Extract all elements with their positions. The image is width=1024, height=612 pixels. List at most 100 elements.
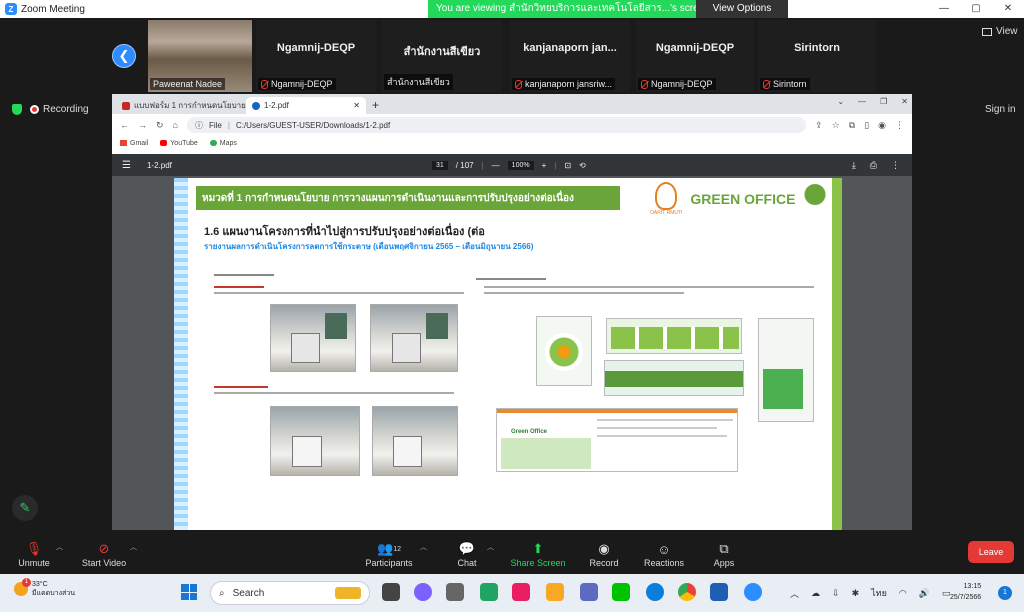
word-icon[interactable] xyxy=(710,583,728,601)
participants-button[interactable]: 👥 12 Participants xyxy=(354,540,424,568)
bluetooth-icon[interactable]: ✱ xyxy=(852,588,860,599)
file-explorer-icon[interactable] xyxy=(546,583,564,601)
zoom-out-button[interactable]: — xyxy=(492,161,500,170)
page-decor-stripe xyxy=(832,178,842,530)
pdf-page: หมวดที่ 1 การกำหนดนโยบาย การวางแผนการดำเ… xyxy=(174,178,842,530)
maximize-button[interactable]: ▢ xyxy=(960,0,992,18)
share-screen-button[interactable]: ⬆ Share Screen xyxy=(506,540,570,568)
back-arrow-icon[interactable]: ← xyxy=(120,120,129,130)
participant-tile[interactable]: Ngamnij-DEQP Ngamnij-DEQP xyxy=(256,20,376,92)
tree-logo-icon xyxy=(803,184,828,214)
bookmark-maps[interactable]: Maps xyxy=(209,140,237,147)
forward-arrow-icon[interactable]: → xyxy=(138,120,147,130)
app-icon[interactable] xyxy=(512,583,530,601)
video-options-caret[interactable]: ︿ xyxy=(130,542,137,552)
home-icon[interactable]: ⌂ xyxy=(173,120,178,130)
language-indicator[interactable]: ไทย xyxy=(871,586,887,600)
start-button[interactable] xyxy=(181,584,197,600)
close-button[interactable]: ✕ xyxy=(992,0,1024,18)
audio-options-caret[interactable]: ︿ xyxy=(56,542,63,552)
menu-dots-icon[interactable]: ⋮ xyxy=(895,120,904,131)
zoom-app-icon[interactable] xyxy=(744,583,762,601)
view-button[interactable]: View xyxy=(982,26,1018,37)
app-icon[interactable] xyxy=(480,583,498,601)
download-icon[interactable]: ⤓ xyxy=(852,160,856,171)
share-banner: You are viewing สำนักวิทยบริการและเทคโนโ… xyxy=(428,0,788,18)
edge-browser-icon[interactable] xyxy=(646,583,664,601)
browser-tab[interactable]: แบบฟอร์ม 1 การกำหนดนโยบายการวาง ✕ xyxy=(116,97,246,114)
new-tab-button[interactable]: + xyxy=(366,97,385,114)
tab-favicon-icon xyxy=(252,101,260,110)
participant-tile[interactable]: kanjanaporn jan... kanjanaporn jansriw..… xyxy=(510,20,630,92)
minimize-button[interactable]: — xyxy=(928,0,960,18)
sidebar-icon[interactable]: ▯ xyxy=(864,120,869,131)
chat-app-icon[interactable] xyxy=(414,583,432,601)
close-icon[interactable]: ✕ xyxy=(901,97,908,106)
record-button[interactable]: ◉ Record xyxy=(574,540,634,568)
participant-tile[interactable]: Paweenat Nadee xyxy=(148,20,252,92)
chevron-down-icon[interactable]: ⌄ xyxy=(837,97,844,106)
print-icon[interactable]: ⎙ xyxy=(870,160,877,171)
reload-icon[interactable]: ↻ xyxy=(156,120,164,131)
participants-caret[interactable]: ︿ xyxy=(420,542,427,552)
wifi-icon[interactable]: ◠ xyxy=(899,588,907,599)
text-line xyxy=(214,386,268,388)
notification-badge[interactable]: 1 xyxy=(998,586,1012,600)
teams-icon[interactable] xyxy=(580,583,598,601)
recording-indicator[interactable]: Recording xyxy=(30,104,89,115)
view-options-button[interactable]: View Options xyxy=(696,0,788,18)
text-line xyxy=(484,292,684,294)
share-icon[interactable]: ⇪ xyxy=(815,120,823,131)
security-shield-icon[interactable] xyxy=(12,104,22,115)
leave-button[interactable]: Leave xyxy=(968,541,1014,563)
tab-title: แบบฟอร์ม 1 การกำหนดนโยบายการวาง xyxy=(134,101,246,110)
star-icon[interactable]: ☆ xyxy=(832,120,840,131)
pdf-actions: ⤓ ⎙ ⋮ xyxy=(852,154,900,176)
participant-tile[interactable]: Ngamnij-DEQP Ngamnij-DEQP xyxy=(636,20,754,92)
taskbar-search[interactable]: ⌕ Search xyxy=(210,581,370,605)
bookmark-gmail[interactable]: Gmail xyxy=(120,140,148,147)
browser-tab-active[interactable]: 1-2.pdf ✕ xyxy=(246,97,366,114)
page-number-input[interactable]: 31 xyxy=(432,160,448,170)
participant-label: Paweenat Nadee xyxy=(150,78,226,90)
minimize-icon[interactable]: — xyxy=(858,97,866,106)
gallery-prev-button[interactable]: ❮ xyxy=(112,44,136,68)
app-icon[interactable] xyxy=(446,583,464,601)
chevron-up-icon[interactable]: ︿ xyxy=(790,587,799,600)
weather-widget[interactable]: 1 33°C มีแดดบางส่วน xyxy=(14,578,75,598)
usb-icon[interactable]: ⇩ xyxy=(832,588,840,599)
extensions-icon[interactable]: ⧉ xyxy=(849,120,855,131)
line-app-icon[interactable] xyxy=(612,583,630,601)
rotate-icon[interactable]: ⟲ xyxy=(579,161,586,170)
volume-icon[interactable]: 🔊 xyxy=(919,588,930,599)
annotate-button[interactable]: ✎ xyxy=(12,495,38,521)
participant-tile[interactable]: สำนักงานสีเขียว สำนักงานสีเขียว xyxy=(382,20,502,92)
unmute-button[interactable]: 🎙 Unmute xyxy=(4,540,64,568)
page-decor-stripe xyxy=(174,178,188,530)
zoom-in-button[interactable]: + xyxy=(542,161,547,170)
reactions-button[interactable]: ☺ Reactions xyxy=(634,540,694,569)
participant-name: Ngamnij-DEQP xyxy=(276,42,356,54)
url-field[interactable]: ⓘ File | C:/Users/GUEST-USER/Downloads/1… xyxy=(186,117,807,133)
weather-badge: 1 xyxy=(22,578,31,587)
pdf-page-controls: 31 / 107 | — 100% + | ⊡ ⟲ xyxy=(432,154,586,176)
task-view-icon[interactable] xyxy=(382,583,400,601)
apps-button[interactable]: ⧉ Apps xyxy=(694,540,754,568)
chrome-browser-icon[interactable] xyxy=(678,583,696,601)
sign-in-link[interactable]: Sign in xyxy=(985,104,1016,115)
share-screen-icon: ⬆ xyxy=(532,541,544,556)
fit-page-icon[interactable]: ⊡ xyxy=(564,161,571,170)
youtube-icon xyxy=(160,140,168,146)
restore-icon[interactable]: ❐ xyxy=(880,97,887,106)
zoom-level-input[interactable]: 100% xyxy=(507,160,534,170)
chat-caret[interactable]: ︿ xyxy=(487,542,494,552)
participant-tile[interactable]: Sirintorn Sirintorn xyxy=(758,20,876,92)
taskbar-clock[interactable]: 13:15 25/7/2566 xyxy=(950,581,981,603)
cloud-icon[interactable]: ☁ xyxy=(811,588,820,599)
more-options-icon[interactable]: ⋮ xyxy=(891,160,900,171)
start-video-button[interactable]: ⊘ Start Video xyxy=(74,540,134,568)
profile-icon[interactable]: ◉ xyxy=(878,120,886,131)
tab-close-icon[interactable]: ✕ xyxy=(353,101,360,110)
bookmark-youtube[interactable]: YouTube xyxy=(160,140,198,147)
hamburger-menu-icon[interactable]: ☰ xyxy=(122,160,131,171)
